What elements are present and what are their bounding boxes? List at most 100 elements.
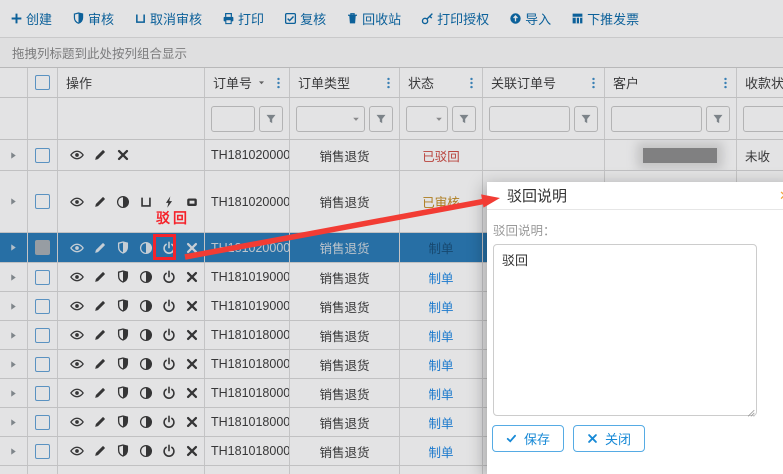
column-header-related[interactable]: 关联订单号 (483, 68, 605, 97)
row-checkbox[interactable] (35, 356, 50, 372)
shield-action-icon[interactable] (116, 270, 130, 284)
power-action-icon[interactable] (162, 328, 176, 342)
column-header-type[interactable]: 订单类型 (290, 68, 400, 97)
column-menu-icon[interactable] (587, 75, 600, 90)
column-menu-icon[interactable] (719, 75, 732, 90)
expand-arrow-icon[interactable] (9, 151, 18, 160)
power-action-icon[interactable] (162, 357, 176, 371)
expand-arrow-icon[interactable] (9, 447, 18, 456)
edit-action-icon[interactable] (93, 415, 107, 429)
view-action-icon[interactable] (70, 195, 84, 209)
view-action-icon[interactable] (70, 357, 84, 371)
expand-arrow-icon[interactable] (9, 197, 18, 206)
row-checkbox[interactable] (35, 385, 50, 401)
delete-action-icon[interactable] (116, 148, 130, 162)
expand-arrow-icon[interactable] (9, 389, 18, 398)
contrast-action-icon[interactable] (139, 357, 153, 371)
dialog-close-icon[interactable]: ✕ (779, 188, 783, 204)
view-action-icon[interactable] (70, 148, 84, 162)
contrast-action-icon[interactable] (139, 386, 153, 400)
power-action-icon[interactable] (162, 386, 176, 400)
contrast-action-icon[interactable] (139, 299, 153, 313)
shield-action-icon[interactable] (116, 328, 130, 342)
payment-filter-select[interactable] (743, 105, 783, 132)
status-filter-select[interactable] (406, 105, 448, 132)
delete-action-icon[interactable] (185, 270, 199, 284)
row-checkbox[interactable] (35, 298, 50, 314)
save-button[interactable]: 保存 (492, 425, 565, 452)
toolbar-button-2[interactable]: 审核 (72, 9, 114, 28)
delete-action-icon[interactable] (185, 386, 199, 400)
delete-action-icon[interactable] (185, 415, 199, 429)
shield-action-icon[interactable] (116, 357, 130, 371)
row-checkbox[interactable] (35, 443, 50, 459)
contrast-action-icon[interactable] (139, 444, 153, 458)
toolbar-button-6[interactable]: 回收站 (346, 9, 401, 28)
contrast-action-icon[interactable] (116, 195, 130, 209)
select-all-checkbox[interactable] (35, 75, 50, 90)
delete-action-icon[interactable] (185, 299, 199, 313)
column-menu-icon[interactable] (465, 75, 478, 90)
shield-action-icon[interactable] (116, 299, 130, 313)
delete-action-icon[interactable] (185, 328, 199, 342)
contrast-action-icon[interactable] (139, 241, 153, 255)
column-header-status[interactable]: 状态 (400, 68, 483, 97)
shield-action-icon[interactable] (116, 240, 130, 255)
toolbar-button-9[interactable]: 下推发票 (571, 9, 639, 28)
view-action-icon[interactable] (70, 386, 84, 400)
edit-action-icon[interactable] (93, 195, 107, 209)
related-filter-funnel-button[interactable] (574, 105, 598, 132)
contrast-action-icon[interactable] (139, 415, 153, 429)
expand-arrow-icon[interactable] (9, 273, 18, 282)
toolbar-button-8[interactable]: 导入 (509, 9, 551, 28)
power-action-icon[interactable] (162, 415, 176, 429)
expand-arrow-icon[interactable] (9, 418, 18, 427)
row-checkbox[interactable] (35, 240, 50, 255)
reject-reason-textarea[interactable]: 驳回 (493, 244, 757, 416)
type-filter-funnel-button[interactable] (369, 105, 393, 132)
view-action-icon[interactable] (70, 299, 84, 313)
view-action-icon[interactable] (70, 444, 84, 458)
column-header-select[interactable] (28, 68, 58, 97)
toolbar-button-5[interactable]: 复核 (284, 9, 326, 28)
customer-filter-input[interactable] (611, 105, 702, 132)
view-action-icon[interactable] (70, 241, 84, 255)
toolbar-button-4[interactable]: 打印 (222, 9, 264, 28)
toolbar-button-1[interactable]: 创建 (10, 9, 52, 28)
shield-action-icon[interactable] (116, 415, 130, 429)
edit-action-icon[interactable] (93, 299, 107, 313)
column-menu-icon[interactable] (272, 75, 285, 90)
expand-arrow-icon[interactable] (9, 243, 18, 252)
print-action-icon[interactable] (185, 195, 199, 209)
delete-action-icon[interactable] (185, 444, 199, 458)
order_no-filter-funnel-button[interactable] (259, 105, 283, 132)
view-action-icon[interactable] (70, 328, 84, 342)
row-checkbox[interactable] (35, 414, 50, 430)
expand-arrow-icon[interactable] (9, 302, 18, 311)
view-action-icon[interactable] (70, 415, 84, 429)
shield-action-icon[interactable] (116, 386, 130, 400)
delete-action-icon[interactable] (185, 241, 199, 255)
order_no-filter-input[interactable] (211, 105, 255, 132)
status-filter-funnel-button[interactable] (452, 105, 476, 132)
view-action-icon[interactable] (70, 270, 84, 284)
column-header-order_no[interactable]: 订单号 (205, 68, 290, 97)
delete-action-icon[interactable] (185, 357, 199, 371)
expand-arrow-icon[interactable] (9, 360, 18, 369)
column-header-ops[interactable]: 操作 (58, 68, 205, 97)
edit-action-icon[interactable] (93, 444, 107, 458)
close-button[interactable]: 关闭 (573, 425, 646, 452)
cancel-audit-action-icon[interactable] (139, 195, 153, 209)
type-filter-select[interactable] (296, 105, 365, 132)
power-action-icon[interactable] (162, 444, 176, 458)
edit-action-icon[interactable] (93, 270, 107, 284)
edit-action-icon[interactable] (93, 386, 107, 400)
contrast-action-icon[interactable] (139, 328, 153, 342)
related-filter-input[interactable] (489, 105, 570, 132)
table-row[interactable]: TH1810200008 销售退货 已驳回 未收 (0, 140, 783, 171)
push-action-icon[interactable] (162, 195, 176, 209)
shield-action-icon[interactable] (116, 444, 130, 458)
row-checkbox[interactable] (35, 327, 50, 343)
expand-arrow-icon[interactable] (9, 331, 18, 340)
column-header-customer[interactable]: 客户 (605, 68, 737, 97)
